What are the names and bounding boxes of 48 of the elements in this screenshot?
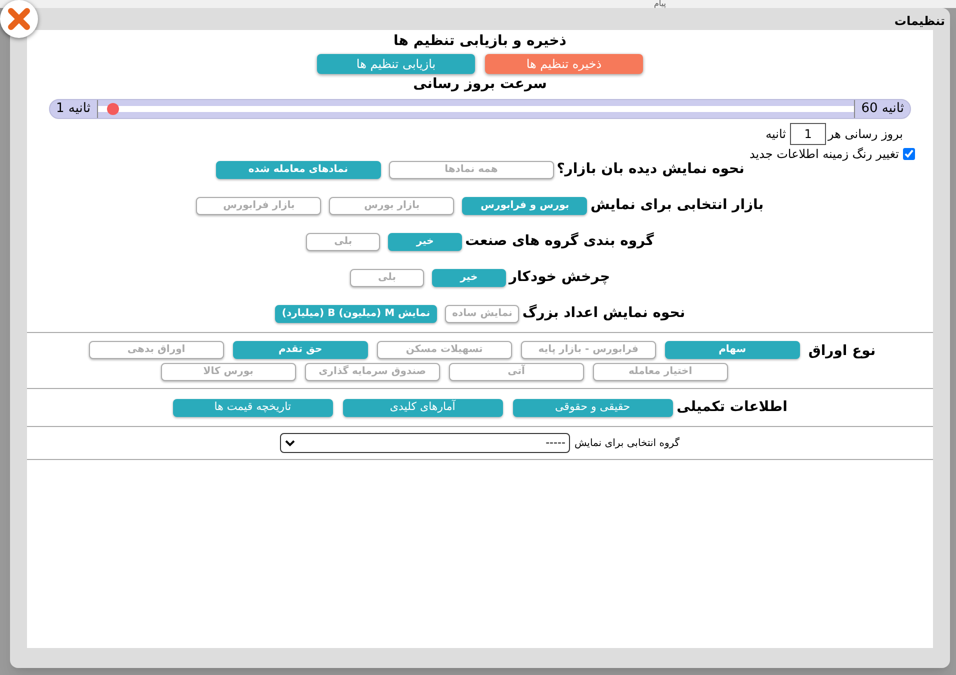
highlight-label: تغییر رنگ زمینه اطلاعات جدید [749, 146, 899, 163]
slider-min-label: ثانیه 1 [50, 100, 98, 118]
option-button[interactable]: اختیار معامله [592, 363, 728, 381]
option-button[interactable]: تسهیلات مسکن [376, 341, 512, 359]
info-button[interactable]: آمارهای کلیدی [342, 398, 503, 416]
option-button[interactable]: صندوق سرمایه گذاری [304, 363, 440, 381]
option-button[interactable]: خیر [388, 232, 462, 250]
window-title: تنظیمات [894, 13, 945, 30]
highlight-checkbox[interactable] [903, 148, 915, 160]
option-label: نحوه نمایش اعداد بزرگ [522, 303, 686, 323]
option-button[interactable]: اوراق بدهی [88, 341, 224, 359]
option-label: گروه بندی گروه های صنعت [465, 231, 654, 251]
option-label: اطلاعات تکمیلی [676, 398, 788, 417]
option-button[interactable]: بورس کالا [160, 363, 296, 381]
option-button[interactable]: بازار فرابورس [196, 196, 322, 214]
option-button[interactable]: بورس و فرابورس [462, 196, 588, 214]
interval-unit: ثانیه [766, 126, 786, 143]
option-button[interactable]: همه نمادها [388, 160, 554, 178]
save-button[interactable]: ذخیره تنظیم ها [485, 54, 643, 74]
option-button[interactable]: فرابورس - بازار پایه [520, 341, 656, 359]
option-button[interactable]: بلی [306, 232, 380, 250]
slider-thumb[interactable] [106, 103, 119, 115]
option-button[interactable]: خیر [432, 268, 506, 286]
option-button[interactable]: حق تقدم [232, 341, 368, 359]
background-text: پیام [654, 0, 666, 8]
info-button[interactable]: تاریخچه قیمت ها [172, 398, 333, 416]
option-button[interactable]: نمایش ساده [445, 304, 520, 322]
group-select[interactable]: ----- [280, 433, 570, 453]
info-button[interactable]: حقیقی و حقوقی [512, 398, 673, 416]
select-label: گروه انتخابی برای نمایش [574, 436, 680, 450]
restore-button[interactable]: بازیابی تنظیم ها [317, 54, 475, 74]
option-button[interactable]: نمایش M (میلیون) B (میلیارد) [274, 304, 438, 322]
option-button[interactable]: بلی [350, 268, 424, 286]
close-icon [7, 7, 31, 31]
option-label: بازار انتخابی برای نمایش [590, 196, 764, 215]
section-heading: ذخیره و بازیابی تنظیم ها [394, 32, 566, 50]
option-button[interactable]: آتی [448, 363, 584, 381]
option-label: نوع اوراق [808, 342, 876, 361]
option-label: چرخش خودکار [508, 268, 610, 287]
interval-input[interactable]: 1 [790, 123, 826, 145]
option-button[interactable]: بازار بورس [329, 196, 454, 214]
option-button[interactable]: نمادهای معامله شده [216, 160, 381, 178]
interval-label: بروز رسانی هر [828, 126, 903, 143]
option-label: نحوه نمایش دیده بان بازار؟ [556, 160, 744, 179]
section-heading: سرعت بروز رسانی [413, 75, 547, 93]
speed-slider[interactable]: ثانیه 60 ثانیه 1 [49, 99, 911, 119]
option-button[interactable]: سهام [664, 341, 800, 359]
chevron-down-icon [285, 440, 296, 446]
